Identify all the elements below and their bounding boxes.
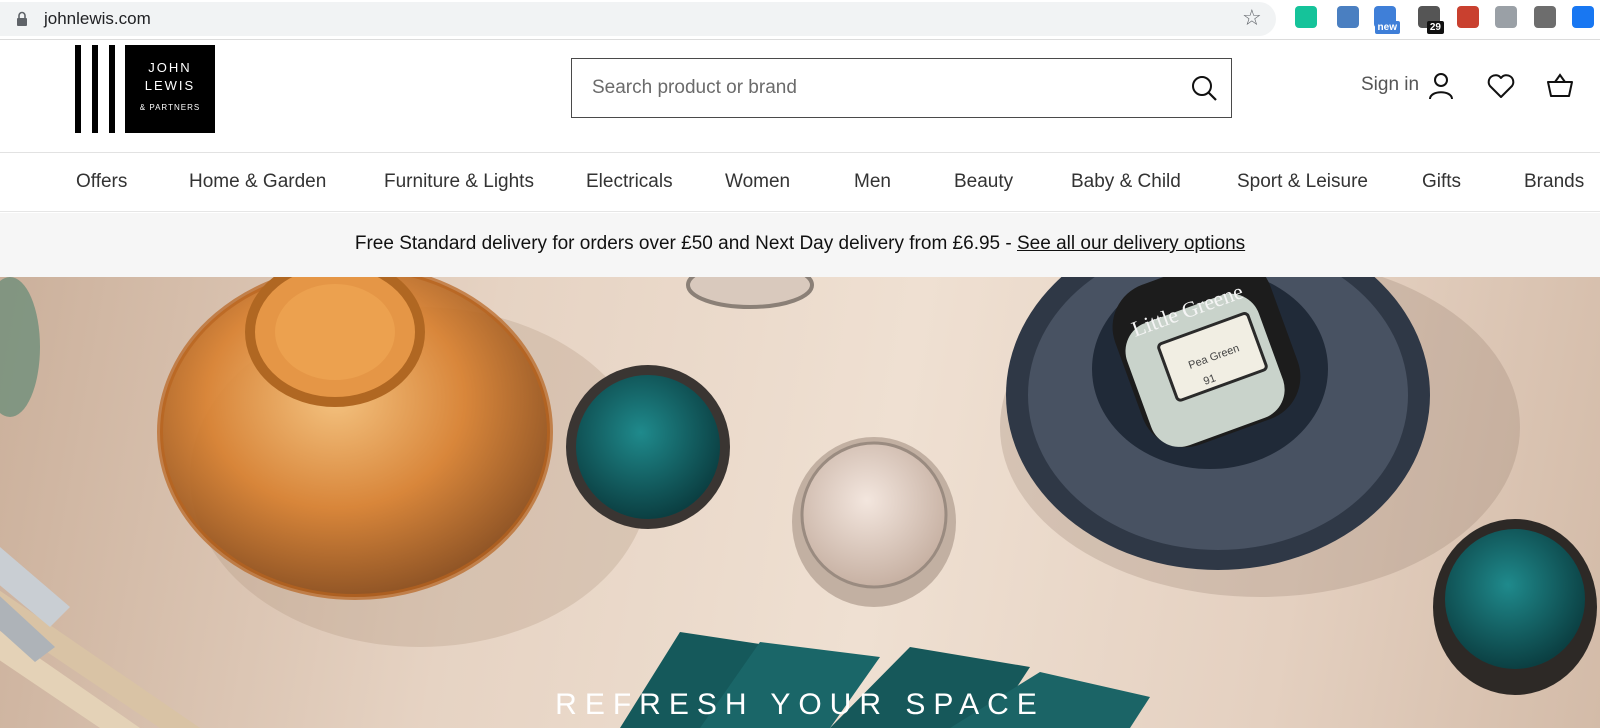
nav-item-baby-child[interactable]: Baby & Child: [1071, 171, 1181, 193]
extension-tb-icon[interactable]: [1534, 6, 1556, 28]
grammarly-icon[interactable]: [1295, 6, 1317, 28]
teal-paint-lid: [566, 365, 730, 529]
amber-glass-vase: [157, 277, 553, 600]
hero-title: REFRESH YOUR SPACE: [555, 688, 1045, 721]
john-lewis-logo[interactable]: JOHN LEWIS & PARTNERS: [75, 45, 215, 133]
sign-in-link[interactable]: Sign in: [1361, 74, 1419, 96]
site-header: JOHN LEWIS & PARTNERS Sign in: [0, 41, 1600, 153]
cream-paint-jar: [792, 437, 956, 607]
basket-icon[interactable]: [1545, 71, 1575, 101]
browser-toolbar: johnlewis.com ☆ new 29: [0, 0, 1600, 40]
pdf-icon[interactable]: [1457, 6, 1479, 28]
nav-item-offers[interactable]: Offers: [76, 171, 127, 193]
plant-leaf: [0, 277, 40, 417]
bookmark-star-icon[interactable]: ☆: [1242, 7, 1262, 29]
main-navigation: Offers Home & Garden Furniture & Lights …: [0, 154, 1600, 212]
extension-x-icon[interactable]: [1495, 6, 1517, 28]
hero-image: Little Greene Pea Green 91: [0, 277, 1597, 728]
search-input[interactable]: [592, 59, 1152, 117]
right-teal-paint-jar: [1433, 519, 1597, 695]
logo-line-john: JOHN: [148, 60, 192, 75]
delivery-banner: Free Standard delivery for orders over £…: [0, 213, 1600, 277]
nav-item-home-garden[interactable]: Home & Garden: [189, 171, 326, 193]
address-bar[interactable]: johnlewis.com ☆: [0, 2, 1276, 36]
extension-new-icon[interactable]: new: [1374, 6, 1400, 34]
nav-item-electricals[interactable]: Electricals: [586, 171, 673, 193]
extension-badge: new: [1374, 21, 1400, 34]
delivery-options-link[interactable]: See all our delivery options: [1017, 233, 1245, 254]
hero-banner[interactable]: Little Greene Pea Green 91 REFRESH YOUR …: [0, 277, 1600, 728]
extension-badge: 29: [1426, 21, 1444, 34]
lock-icon[interactable]: [16, 11, 28, 27]
logo-line-partners: & PARTNERS: [139, 103, 201, 112]
logo-line-lewis: LEWIS: [144, 78, 196, 93]
search-icon[interactable]: [1189, 73, 1219, 103]
facebook-icon[interactable]: [1572, 6, 1594, 28]
extension-b-icon[interactable]: [1337, 6, 1359, 28]
search-box: [571, 58, 1232, 118]
nav-item-beauty[interactable]: Beauty: [954, 171, 1013, 193]
delivery-text: Free Standard delivery for orders over £…: [354, 233, 1017, 254]
nav-item-men[interactable]: Men: [854, 171, 891, 193]
wishlist-heart-icon[interactable]: [1486, 71, 1516, 101]
jar-lid-top: [686, 277, 814, 309]
extension-29-icon[interactable]: 29: [1418, 6, 1444, 34]
nav-item-brands[interactable]: Brands: [1524, 171, 1584, 193]
url-text[interactable]: johnlewis.com: [44, 9, 151, 29]
nav-item-women[interactable]: Women: [725, 171, 790, 193]
account-icon[interactable]: [1426, 71, 1456, 101]
nav-item-gifts[interactable]: Gifts: [1422, 171, 1461, 193]
nav-item-sport-leisure[interactable]: Sport & Leisure: [1237, 171, 1368, 193]
nav-item-furniture-lights[interactable]: Furniture & Lights: [384, 171, 534, 193]
